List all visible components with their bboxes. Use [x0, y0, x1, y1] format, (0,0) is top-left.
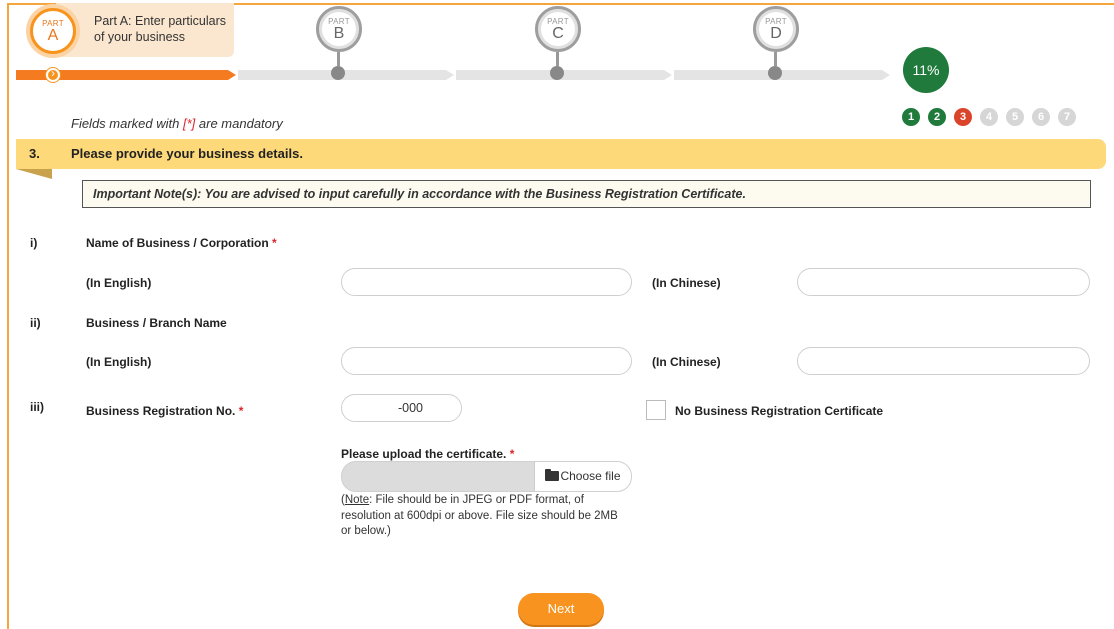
step-1[interactable]: 1 — [902, 108, 920, 126]
section-banner-fold — [16, 169, 52, 179]
progress-bar-arrow-b — [446, 70, 454, 80]
step-2[interactable]: 2 — [928, 108, 946, 126]
upload-note: (Note: File should be in JPEG or PDF for… — [341, 493, 621, 540]
branch-name-chinese-input[interactable] — [797, 347, 1090, 375]
branch-name-chinese-label: (In Chinese) — [652, 355, 721, 369]
part-d-letter: D — [770, 25, 782, 42]
no-br-certificate-label: No Business Registration Certificate — [675, 404, 884, 418]
part-d-stem — [774, 52, 777, 66]
field-number-iii: iii) — [30, 400, 44, 414]
no-br-certificate-checkbox[interactable] — [646, 400, 666, 420]
step-5: 5 — [1006, 108, 1024, 126]
choose-file-button[interactable]: Choose file — [534, 462, 631, 491]
section-title: Please provide your business details. — [71, 146, 303, 161]
part-b-indicator: PART B — [316, 6, 362, 52]
step-3[interactable]: 3 — [954, 108, 972, 126]
part-a-caption: Part A: Enter particulars of your busine… — [94, 14, 227, 44]
progress-percent-badge: 11% — [903, 47, 949, 93]
step-6: 6 — [1032, 108, 1050, 126]
progress-bar-arrow-d — [882, 70, 890, 80]
upload-note-text: : File should be in JPEG or PDF format, … — [341, 494, 618, 537]
choose-file-label: Choose file — [560, 469, 621, 483]
next-button[interactable]: Next — [518, 593, 604, 625]
upload-label: Please upload the certificate. * — [341, 447, 514, 461]
br-number-label-text: Business Registration No. — [86, 404, 236, 418]
branch-name-english-label: (In English) — [86, 355, 152, 369]
part-b-stem — [337, 52, 340, 66]
required-marker: * — [272, 236, 277, 250]
progress-bar-arrow-a — [228, 70, 236, 80]
part-c-letter: C — [552, 25, 564, 42]
business-name-english-input[interactable] — [341, 268, 632, 296]
business-name-english-label: (In English) — [86, 276, 152, 290]
business-name-chinese-input[interactable] — [797, 268, 1090, 296]
br-number-label: Business Registration No. * — [86, 404, 243, 418]
business-name-label: Name of Business / Corporation * — [86, 236, 277, 250]
upload-note-link: Note — [344, 494, 370, 506]
mandatory-marker: [*] — [182, 116, 196, 131]
step-4: 4 — [980, 108, 998, 126]
mandatory-fields-hint: Fields marked with [*] are mandatory — [71, 116, 283, 131]
part-b-knob — [331, 66, 345, 80]
field-number-ii: ii) — [30, 316, 41, 330]
required-marker: * — [509, 447, 515, 461]
file-upload-field[interactable]: Choose file — [341, 461, 632, 492]
br-number-input[interactable] — [341, 394, 462, 422]
important-note: Important Note(s): You are advised to in… — [82, 180, 1091, 208]
folder-open-icon — [545, 469, 560, 481]
part-c-knob — [550, 66, 564, 80]
branch-name-label: Business / Branch Name — [86, 316, 227, 330]
required-marker: * — [238, 404, 244, 418]
part-d-indicator: PART D — [753, 6, 799, 52]
part-c-indicator: PART C — [535, 6, 581, 52]
field-number-i: i) — [30, 236, 38, 250]
part-b-letter: B — [333, 25, 345, 42]
mandatory-suffix: are mandatory — [195, 116, 283, 131]
business-name-label-text: Name of Business / Corporation — [86, 236, 269, 250]
branch-name-english-input[interactable] — [341, 347, 632, 375]
part-a-letter: A — [47, 27, 59, 44]
part-d-knob — [768, 66, 782, 80]
mandatory-prefix: Fields marked with — [71, 116, 183, 131]
step-7: 7 — [1058, 108, 1076, 126]
business-name-chinese-label: (In Chinese) — [652, 276, 721, 290]
part-a-current-marker-icon — [46, 66, 60, 82]
progress-bar-arrow-c — [664, 70, 672, 80]
upload-label-text: Please upload the certificate. — [341, 447, 507, 461]
step-indicators: 1 2 3 4 5 6 7 — [902, 108, 1080, 126]
part-c-stem — [556, 52, 559, 66]
part-a-indicator: PART A — [30, 8, 76, 54]
section-number: 3. — [29, 146, 40, 161]
